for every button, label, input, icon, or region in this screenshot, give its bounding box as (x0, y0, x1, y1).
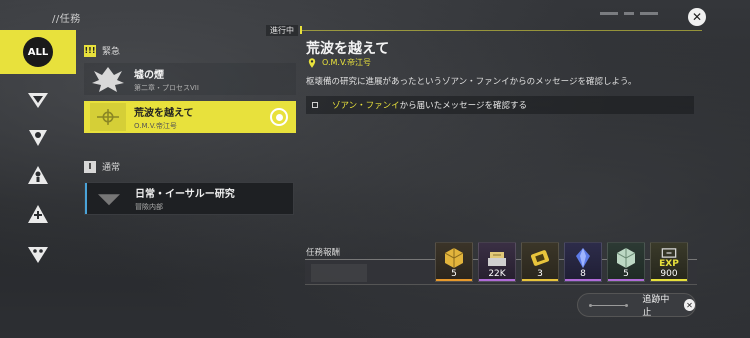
faction-figure-icon (28, 166, 48, 184)
reward-item[interactable]: 5 (435, 242, 473, 282)
page-title: //任務 (52, 14, 81, 25)
quest-emblem-icon (90, 103, 126, 131)
reward-item[interactable]: 8 (564, 242, 602, 282)
objective-text: ゾアン・ファンイから届いたメッセージを確認する (332, 99, 527, 111)
reward-count: 3 (537, 269, 543, 279)
stop-tracking-label: 追跡中止 (642, 295, 670, 318)
category-tab-triangle[interactable] (0, 117, 76, 157)
objective-checkbox-icon (312, 102, 318, 108)
progress-divider (300, 30, 702, 31)
quest-item-ruin-smoke[interactable]: 墟の煙 第二章・プロセスVII (84, 63, 296, 95)
tracking-line-icon (588, 303, 629, 307)
quest-subtitle: 第二章・プロセスVII (134, 83, 199, 92)
category-sidebar: ALL (0, 30, 76, 338)
quest-title: 日常・イーサルー研究 (135, 189, 235, 200)
status-badge: 進行中 (266, 25, 298, 36)
category-all-tab[interactable]: ALL (0, 30, 76, 74)
reward-item[interactable]: 5 (607, 242, 645, 282)
section-urgent-header: !!! 緊急 (84, 44, 120, 57)
objective-row: ゾアン・ファンイから届いたメッセージを確認する (306, 96, 694, 114)
all-badge: ALL (23, 37, 53, 67)
quest-title: 墟の煙 (134, 69, 164, 81)
quest-accent-bar (85, 183, 87, 214)
header-decoration (600, 12, 658, 15)
reward-item[interactable]: 22K (478, 242, 516, 282)
close-icon: ✕ (691, 10, 703, 24)
quest-subtitle: 冒險内部 (135, 203, 163, 211)
progress-marker (300, 26, 302, 34)
quest-title: 荒波を越えて (134, 107, 194, 119)
rarity-bar (479, 279, 515, 281)
mission-title: 荒波を越えて (306, 41, 390, 57)
objective-rest: から届いたメッセージを確認する (399, 101, 528, 111)
rarity-bar (436, 279, 472, 281)
faction-v-icon (28, 93, 48, 108)
close-icon: ✕ (683, 299, 695, 311)
location-label: O.M.V.帝江号 (322, 58, 371, 67)
objective-highlight: ゾアン・ファンイ (332, 101, 400, 111)
reward-label: 任務報酬 (306, 248, 341, 258)
reward-count: 8 (580, 269, 586, 279)
exp-label: EXP (659, 259, 679, 269)
category-tab-cross[interactable] (0, 195, 76, 235)
rarity-bar (565, 279, 601, 281)
quest-emblem-icon (90, 65, 126, 93)
rarity-bar (608, 279, 644, 281)
faction-cross-icon (28, 205, 48, 223)
reward-list: 5 22K 3 8 5 EXP 900 (435, 242, 688, 282)
quest-subtitle: O.M.V.帝江号 (134, 121, 177, 130)
normal-icon: I (84, 160, 96, 173)
section-normal-label: 通常 (102, 163, 121, 173)
rarity-bar (522, 279, 558, 281)
reward-placeholder (311, 264, 367, 282)
tracking-target-icon (270, 108, 288, 126)
faction-mask-icon (28, 247, 48, 263)
quest-item-rough-waves[interactable]: 荒波を越えて O.M.V.帝江号 (84, 101, 296, 133)
faction-triangle-icon (29, 130, 47, 146)
quest-item-daily-research[interactable]: 日常・イーサルー研究 冒險内部 (84, 182, 294, 215)
category-tab-mask[interactable] (0, 234, 76, 274)
reward-item[interactable]: EXP 900 (650, 242, 688, 282)
rarity-bar (651, 279, 687, 281)
category-tab-v[interactable] (0, 80, 76, 120)
reward-count: 5 (623, 269, 629, 279)
reward-count: 22K (488, 269, 506, 279)
reward-count: 900 (660, 269, 678, 279)
mission-location: O.M.V.帝江号 (308, 57, 371, 68)
urgent-icon: !!! (84, 44, 96, 57)
close-button[interactable]: ✕ (688, 8, 706, 26)
location-pin-icon (308, 57, 316, 68)
section-urgent-label: 緊急 (102, 47, 121, 57)
stop-tracking-button[interactable]: 追跡中止 ✕ (577, 293, 696, 318)
reward-item[interactable]: 3 (521, 242, 559, 282)
mission-description: 枢壊備の研究に進展があったというゾアン・ファンイからのメッセージを確認しよう。 (306, 77, 637, 87)
quest-emblem-icon (91, 185, 127, 213)
category-tab-figure[interactable] (0, 156, 76, 196)
reward-count: 5 (451, 269, 457, 279)
section-normal-header: I 通常 (84, 160, 120, 173)
